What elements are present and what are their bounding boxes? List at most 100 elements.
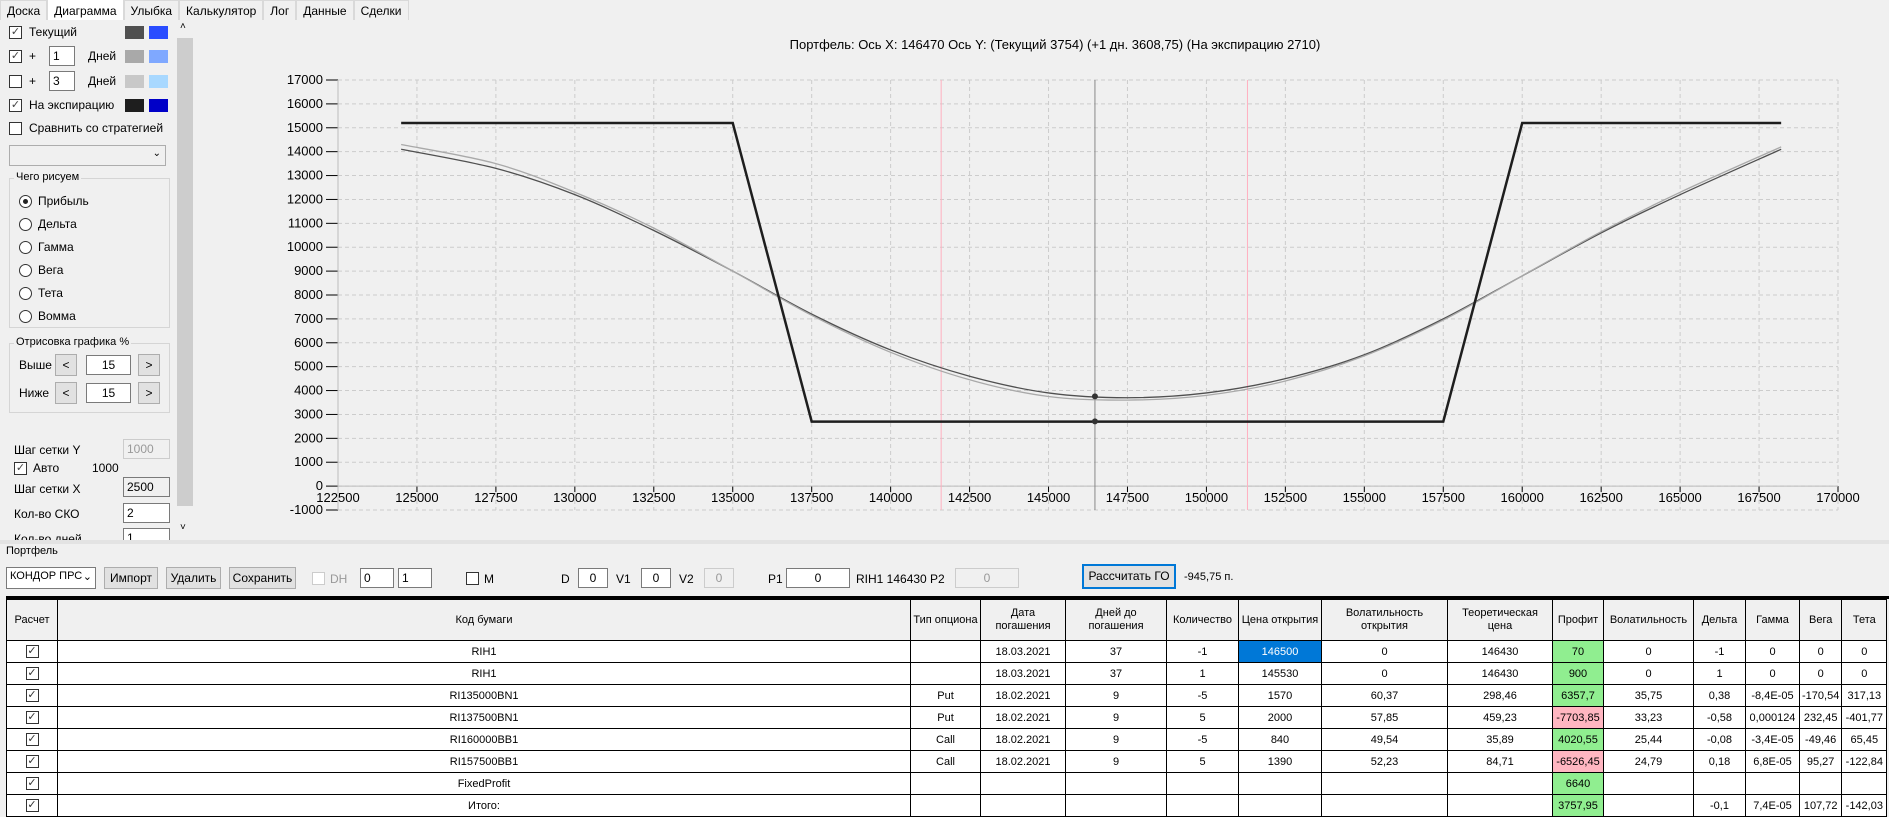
table-cell[interactable]: 6640	[1552, 772, 1604, 795]
v2-input[interactable]: 0	[704, 568, 734, 588]
table-cell[interactable]: 18.02.2021	[980, 684, 1066, 707]
column-header[interactable]: Цена открытия	[1238, 599, 1322, 641]
column-header[interactable]: Теоретическая цена	[1447, 599, 1553, 641]
table-cell[interactable]: -5	[1166, 728, 1239, 751]
table-cell[interactable]: 0	[1745, 640, 1800, 663]
table-cell[interactable]: 37	[1065, 662, 1167, 685]
table-cell[interactable]: 33,23	[1603, 706, 1694, 729]
table-cell[interactable]: -3,4E-05	[1745, 728, 1800, 751]
table-cell[interactable]	[1693, 772, 1746, 795]
table-cell[interactable]: 145530	[1238, 662, 1322, 685]
table-cell[interactable]: 18.03.2021	[980, 662, 1066, 685]
table-cell[interactable]: 60,37	[1321, 684, 1448, 707]
table-cell[interactable]: 0	[1603, 640, 1694, 663]
table-cell[interactable]: 37	[1065, 640, 1167, 663]
calc-checkbox-cell[interactable]: ✓	[6, 750, 58, 773]
table-cell[interactable]: 9	[1065, 684, 1167, 707]
table-row[interactable]: ✓ RI135000BN1 Put 18.02.2021 9 -5 1570 60,37 298…	[6, 684, 1888, 707]
calc-checkbox-cell[interactable]: ✓	[6, 662, 58, 685]
dh-checkbox[interactable]	[312, 572, 325, 585]
table-cell[interactable]: Call	[910, 728, 981, 751]
table-cell[interactable]: 0,000124	[1745, 706, 1800, 729]
table-row[interactable]: ✓ RIH1 18.03.2021 37 1 145530 0 146430 900 0 1 0 0 0	[6, 662, 1888, 685]
table-cell[interactable]: 9	[1065, 728, 1167, 751]
calc-checkbox[interactable]: ✓	[25, 755, 39, 768]
table-cell[interactable]: 6357,7	[1552, 684, 1604, 707]
table-cell[interactable]: 0	[1603, 662, 1694, 685]
column-header[interactable]: Гамма	[1745, 599, 1800, 641]
table-cell[interactable]: RI135000BN1	[57, 684, 911, 707]
table-cell[interactable]	[1166, 794, 1239, 817]
save-button[interactable]: Сохранить	[229, 567, 296, 589]
table-cell[interactable]: 232,45	[1798, 706, 1843, 729]
calc-checkbox-cell[interactable]: ✓	[6, 772, 58, 795]
table-cell[interactable]: Put	[910, 684, 981, 707]
table-cell[interactable]	[1238, 794, 1322, 817]
table-cell[interactable]: -6526,45	[1552, 750, 1604, 773]
table-cell[interactable]: 107,72	[1798, 794, 1843, 817]
table-cell[interactable]: 49,54	[1321, 728, 1448, 751]
table-cell[interactable]	[910, 662, 981, 685]
table-cell[interactable]: 317,13	[1841, 684, 1888, 707]
column-header[interactable]: Дата погашения	[980, 599, 1066, 641]
p1-input[interactable]: 0	[786, 568, 850, 588]
calc-checkbox-cell[interactable]: ✓	[6, 728, 58, 751]
calc-checkbox[interactable]: ✓	[25, 667, 39, 680]
table-cell[interactable]: 70	[1552, 640, 1604, 663]
table-cell[interactable]: -0,58	[1693, 706, 1746, 729]
calc-checkbox-cell[interactable]: ✓	[6, 794, 58, 817]
column-header[interactable]: Тета	[1841, 599, 1888, 641]
column-header[interactable]: Профит	[1552, 599, 1604, 641]
table-cell[interactable]: 65,45	[1841, 728, 1888, 751]
calc-checkbox-cell[interactable]: ✓	[6, 640, 58, 663]
table-row[interactable]: ✓ RI137500BN1 Put 18.02.2021 9 5 2000 57,85 459,…	[6, 706, 1888, 729]
table-cell[interactable]: 146500	[1238, 640, 1322, 663]
table-cell[interactable]	[1745, 772, 1800, 795]
table-cell[interactable]: 0	[1841, 640, 1888, 663]
m-checkbox[interactable]	[466, 572, 479, 585]
table-cell[interactable]	[910, 772, 981, 795]
column-header[interactable]: Дней до погашения	[1065, 599, 1167, 641]
table-cell[interactable]	[980, 794, 1066, 817]
table-cell[interactable]	[980, 772, 1066, 795]
table-cell[interactable]: 1570	[1238, 684, 1322, 707]
table-cell[interactable]: -5	[1166, 684, 1239, 707]
table-cell[interactable]: 1	[1693, 662, 1746, 685]
table-cell[interactable]: 18.02.2021	[980, 706, 1066, 729]
table-cell[interactable]: 3757,95	[1552, 794, 1604, 817]
table-cell[interactable]: -0,08	[1693, 728, 1746, 751]
table-cell[interactable]: -122,84	[1841, 750, 1888, 773]
table-cell[interactable]: 1	[1166, 662, 1239, 685]
table-cell[interactable]	[1321, 794, 1448, 817]
table-cell[interactable]: 9	[1065, 706, 1167, 729]
table-cell[interactable]: 5	[1166, 706, 1239, 729]
table-cell[interactable]: 18.02.2021	[980, 750, 1066, 773]
table-cell[interactable]: 0	[1841, 662, 1888, 685]
table-cell[interactable]: RIH1	[57, 640, 911, 663]
d-input[interactable]: 0	[578, 568, 608, 588]
table-cell[interactable]: -49,46	[1798, 728, 1843, 751]
import-button[interactable]: Импорт	[104, 567, 158, 589]
calc-checkbox-cell[interactable]: ✓	[6, 706, 58, 729]
table-cell[interactable]: 2000	[1238, 706, 1322, 729]
table-cell[interactable]: 0	[1321, 640, 1448, 663]
table-cell[interactable]	[1603, 794, 1694, 817]
table-cell[interactable]: 298,46	[1447, 684, 1553, 707]
table-cell[interactable]	[1447, 772, 1553, 795]
column-header[interactable]: Вега	[1798, 599, 1843, 641]
table-cell[interactable]: RI137500BN1	[57, 706, 911, 729]
table-cell[interactable]	[1321, 772, 1448, 795]
table-cell[interactable]	[1166, 772, 1239, 795]
table-cell[interactable]: -7703,85	[1552, 706, 1604, 729]
table-cell[interactable]: 52,23	[1321, 750, 1448, 773]
column-header[interactable]: Дельта	[1693, 599, 1746, 641]
table-row[interactable]: ✓ RI160000BB1 Call 18.02.2021 9 -5 840 49,54 35,…	[6, 728, 1888, 751]
table-row[interactable]: ✓ Итого: 3757,95 -0,1 7,4E-05 107,72 -142,03	[6, 794, 1888, 817]
table-cell[interactable]: -401,77	[1841, 706, 1888, 729]
table-cell[interactable]: 35,75	[1603, 684, 1694, 707]
table-cell[interactable]: 4020,55	[1552, 728, 1604, 751]
column-header[interactable]: Код бумаги	[57, 599, 911, 641]
calc-checkbox[interactable]: ✓	[25, 689, 39, 702]
table-cell[interactable]	[1065, 794, 1167, 817]
table-cell[interactable]: 0,38	[1693, 684, 1746, 707]
